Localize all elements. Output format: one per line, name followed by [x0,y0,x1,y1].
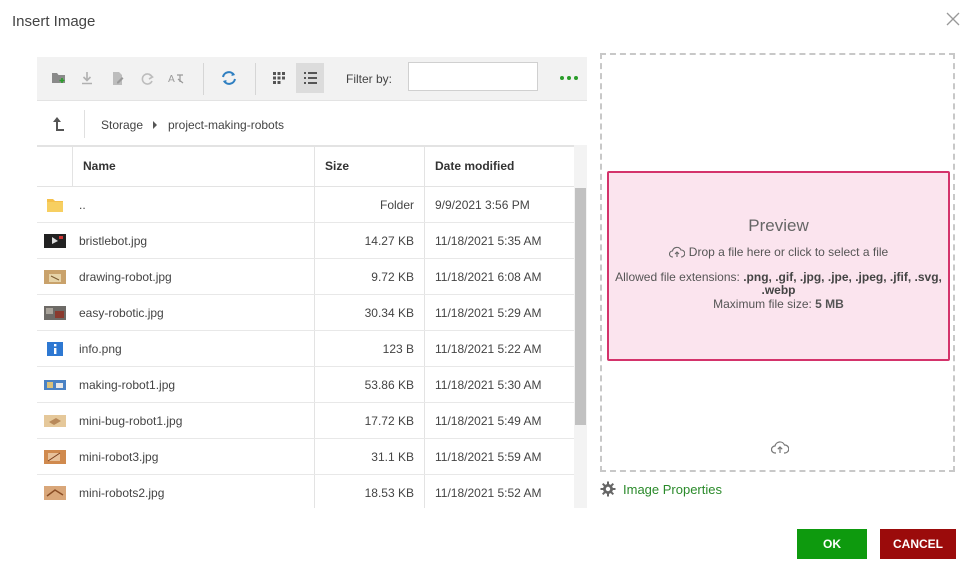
refresh-button[interactable] [215,63,243,93]
image-thumbnail-icon [44,234,66,248]
upload-icon[interactable] [771,440,789,454]
image-thumbnail-icon [44,270,66,284]
more-options-icon[interactable] [559,69,579,87]
grid-view-icon [273,72,285,84]
cloud-upload-icon [668,246,685,258]
refresh-icon [222,71,236,85]
file-size: 123 B [382,342,414,356]
gear-icon [600,481,616,497]
file-name: mini-robot3.jpg [79,450,159,464]
image-thumbnail-icon [44,306,66,320]
allowed-extensions: Allowed file extensions: .png, .gif, .jp… [609,271,948,297]
redo-icon [141,72,154,85]
file-size: 30.34 KB [364,306,414,320]
file-date: 11/18/2021 5:59 AM [435,450,542,464]
file-size: 17.72 KB [364,414,414,428]
column-header-date[interactable]: Date modified [435,146,514,187]
image-thumbnail-icon [44,415,66,427]
filter-label: Filter by: [346,72,393,86]
details-view-button[interactable] [296,63,324,93]
grid-scrollbar[interactable] [574,145,587,508]
new-folder-button[interactable] [45,63,73,93]
folder-icon [47,199,63,212]
svg-text:A: A [168,74,175,84]
file-name: making-robot1.jpg [79,378,176,392]
info-icon [47,342,63,356]
file-date: 11/18/2021 5:49 AM [435,414,542,428]
table-row[interactable]: mini-robots2.jpg 18.53 KB 11/18/2021 5:5… [37,475,574,508]
file-date: 11/18/2021 5:35 AM [435,234,542,248]
edit-file-button[interactable] [104,63,132,93]
table-row[interactable]: mini-robot3.jpg 31.1 KB 11/18/2021 5:59 … [37,439,574,475]
file-date: 11/18/2021 6:08 AM [435,270,542,284]
rename-icon: A [168,74,184,84]
table-row[interactable]: .. Folder 9/9/2021 3:56 PM [37,187,574,223]
column-header-size[interactable]: Size [325,146,349,187]
dialog-title: Insert Image [12,13,96,30]
close-icon[interactable] [946,12,960,26]
breadcrumb-storage[interactable]: Storage [101,118,143,132]
file-name: mini-robots2.jpg [79,486,165,500]
image-properties-link[interactable]: Image Properties [600,480,722,498]
file-name: bristlebot.jpg [79,234,148,248]
rename-button[interactable]: A [163,63,191,93]
file-size: 18.53 KB [364,486,414,500]
file-size: Folder [379,198,414,212]
breadcrumb-current-folder[interactable]: project-making-robots [168,118,284,132]
file-size: 14.27 KB [364,234,414,248]
ok-button[interactable]: OK [797,529,867,559]
file-size: 53.86 KB [364,378,414,392]
list-view-icon [303,72,317,84]
download-icon [82,72,92,85]
allowed-extensions-value: .png, .gif, .jpg, .jpe, .jpeg, .jfif, .s… [743,270,942,297]
breadcrumb-arrow-icon [153,121,157,129]
table-row[interactable]: easy-robotic.jpg 30.34 KB 11/18/2021 5:2… [37,295,574,331]
redo-button[interactable] [133,63,161,93]
file-date: 11/18/2021 5:22 AM [435,342,542,356]
scrollbar-thumb[interactable] [575,188,586,425]
file-name: info.png [79,342,122,356]
max-file-size: Maximum file size: 5 MB [609,297,948,311]
drop-hint-text: Drop a file here or click to select a fi… [688,245,889,259]
file-size: 9.72 KB [371,270,414,284]
image-properties-label: Image Properties [623,481,722,497]
grid-header: Name Size Date modified [37,145,574,187]
image-preview-area: Preview Drop a file here or click to sel… [600,53,955,472]
new-folder-icon [52,73,65,83]
allowed-extensions-label: Allowed file extensions: [615,270,740,284]
table-row[interactable]: making-robot1.jpg 53.86 KB 11/18/2021 5:… [37,367,574,403]
table-row[interactable]: drawing-robot.jpg 9.72 KB 11/18/2021 6:0… [37,259,574,295]
up-folder-icon[interactable] [51,115,69,133]
image-thumbnail-icon [44,486,66,500]
file-size: 31.1 KB [371,450,414,464]
file-name: .. [79,198,86,212]
table-row[interactable]: info.png 123 B 11/18/2021 5:22 AM [37,331,574,367]
file-date: 11/18/2021 5:30 AM [435,378,542,392]
file-name: mini-bug-robot1.jpg [79,414,183,428]
file-name: easy-robotic.jpg [79,306,164,320]
file-grid: Name Size Date modified .. Folder 9/9/20… [37,145,574,508]
image-thumbnail-icon [44,380,66,390]
filter-input[interactable] [408,62,538,91]
file-date: 9/9/2021 3:56 PM [435,198,530,212]
column-header-name[interactable]: Name [83,146,116,187]
breadcrumb: Storage project-making-robots [37,102,587,147]
cancel-button[interactable]: CANCEL [880,529,956,559]
file-browser: A Filter by: Storage project-making-robo… [37,57,587,508]
download-button[interactable] [73,63,101,93]
file-drop-zone[interactable]: Preview Drop a file here or click to sel… [607,171,950,361]
thumbnails-view-button[interactable] [265,63,293,93]
file-date: 11/18/2021 5:29 AM [435,306,542,320]
file-name: drawing-robot.jpg [79,270,172,284]
max-file-size-value: 5 MB [815,297,844,311]
image-thumbnail-icon [44,450,66,464]
file-date: 11/18/2021 5:52 AM [435,486,542,500]
table-row[interactable]: mini-bug-robot1.jpg 17.72 KB 11/18/2021 … [37,403,574,439]
file-toolbar: A Filter by: [37,57,587,101]
edit-file-icon [113,71,124,85]
preview-title: Preview [748,216,809,235]
table-row[interactable]: bristlebot.jpg 14.27 KB 11/18/2021 5:35 … [37,223,574,259]
max-file-size-label: Maximum file size: [713,297,812,311]
